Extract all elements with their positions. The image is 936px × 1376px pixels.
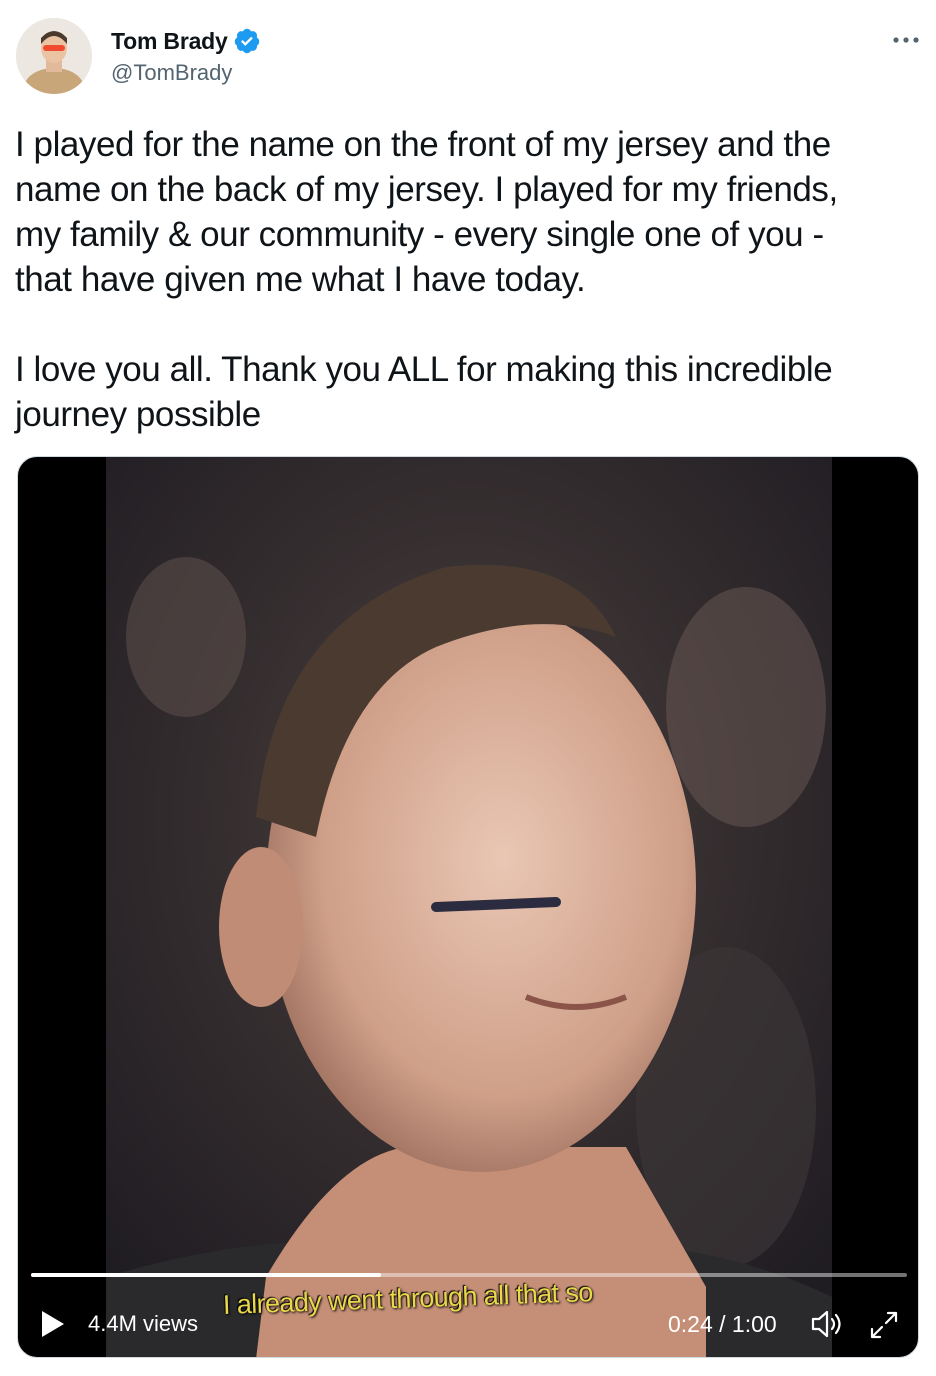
tweet-text-line: my family & our community - every single… [15,215,824,254]
tweet-text-line: I played for the name on the front of my… [15,125,831,164]
tweet-text-line: I love you all. Thank you ALL for making… [15,350,833,389]
author-name[interactable]: Tom Brady [111,28,228,55]
video-progress-bar[interactable] [31,1273,907,1277]
video-views-count: 4.4M views [88,1311,199,1336]
tweet-text: I played for the name on the front of my… [15,122,920,437]
avatar-image [16,18,92,94]
video-player[interactable]: 4.4M views I already went through all th… [17,456,919,1358]
more-options-icon[interactable] [888,30,924,50]
volume-icon[interactable] [810,1309,844,1339]
tweet-text-line: that have given me what I have today. [15,260,586,299]
video-timestamp: 0:24 / 1:00 [668,1311,777,1337]
video-frame[interactable] [106,457,832,1357]
author-name-row: Tom Brady [111,27,261,55]
author-handle[interactable]: @TomBrady [111,60,232,86]
play-icon[interactable] [40,1309,66,1339]
video-still-image [106,457,832,1357]
tweet-text-line: name on the back of my jersey. I played … [15,170,838,209]
video-progress-fill [31,1273,382,1277]
verified-badge-icon [234,28,259,54]
tweet-text-line: journey possible [15,395,261,434]
tweet-header: Tom Brady @TomBrady [0,0,936,110]
avatar[interactable] [16,18,92,94]
fullscreen-icon[interactable] [868,1309,900,1341]
